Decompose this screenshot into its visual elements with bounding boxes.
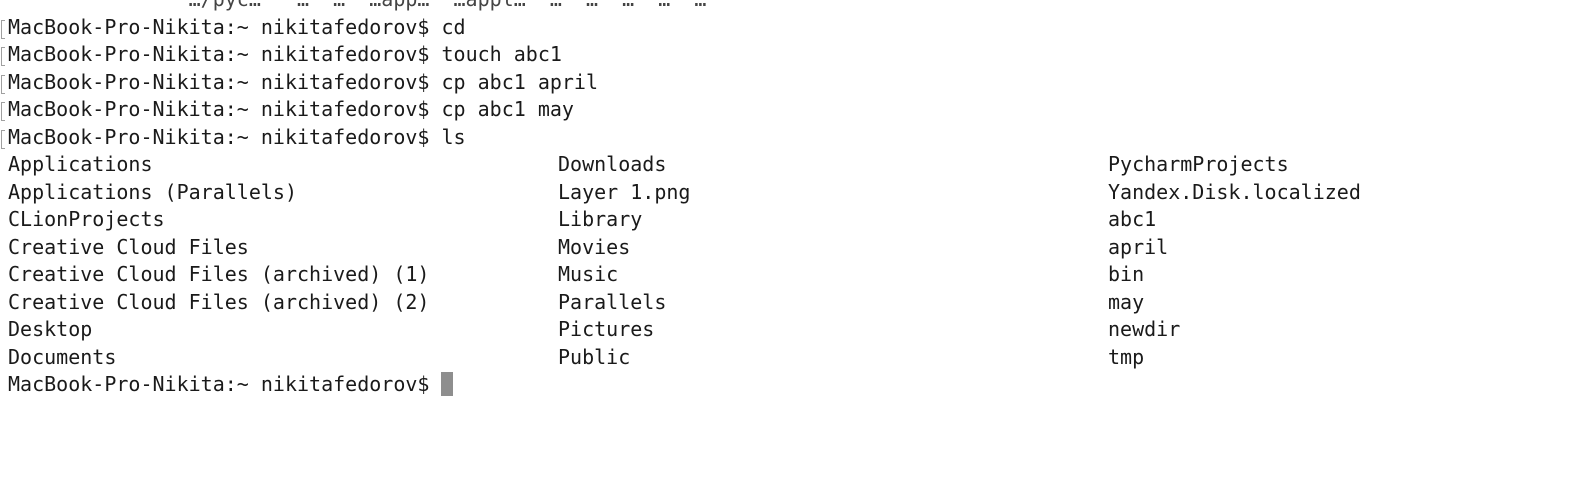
ls-entry: Pictures: [558, 317, 655, 341]
prompt-mark-icon: [1, 47, 5, 66]
ls-entry: Creative Cloud Files (archived) (1): [8, 262, 430, 286]
ls-output-row: Applications (Parallels) Layer 1.png Yan…: [0, 179, 1596, 207]
command-text: cp abc1 may: [441, 97, 574, 121]
command-text: ls: [441, 124, 466, 149]
text-cursor[interactable]: [441, 372, 454, 396]
command-text: cp abc1 april: [441, 69, 599, 94]
prompt-mark-icon: [1, 19, 5, 39]
ls-entry: tmp: [1108, 344, 1145, 369]
ls-entry: Documents: [8, 344, 117, 369]
partial-line-text: …/pyc… … … …app… …appl… … … … … …: [8, 0, 707, 14]
ls-output-row: Creative Cloud Files (archived) (1) Musi…: [0, 261, 1596, 289]
terminal-window[interactable]: …/pyc… … … …app… …appl… … … … … … MacBoo…: [0, 0, 1596, 410]
ls-entry: Parallels: [558, 289, 667, 314]
command-text: cd: [441, 14, 466, 39]
ls-entry: april: [1108, 234, 1169, 259]
ls-entry: Library: [558, 207, 643, 231]
terminal-partial-line: …/pyc… … … …app… …appl… … … … … …: [0, 0, 1596, 14]
ls-entry: Downloads: [558, 152, 667, 176]
history-line: MacBook-Pro-Nikita:~ nikitafedorov$ touc…: [0, 41, 1596, 69]
ls-output-row: Creative Cloud Files Movies april: [0, 234, 1596, 262]
ls-output-row: Documents Public tmp: [0, 344, 1596, 372]
ls-entry: Yandex.Disk.localized: [1108, 179, 1361, 204]
prompt-text: MacBook-Pro-Nikita:~ nikitafedorov$: [8, 97, 430, 121]
ls-entry: PycharmProjects: [1108, 152, 1289, 176]
current-prompt-line[interactable]: MacBook-Pro-Nikita:~ nikitafedorov$: [0, 371, 1596, 399]
ls-output-row: CLionProjects Library abc1: [0, 206, 1596, 234]
ls-output-row: Creative Cloud Files (archived) (2) Para…: [0, 289, 1596, 317]
ls-entry: bin: [1108, 262, 1145, 286]
prompt-text: MacBook-Pro-Nikita:~ nikitafedorov$: [8, 42, 430, 66]
prompt-mark-icon: [1, 129, 5, 149]
prompt-text: MacBook-Pro-Nikita:~ nikitafedorov$: [8, 69, 430, 94]
prompt-text: MacBook-Pro-Nikita:~ nikitafedorov$: [8, 124, 430, 149]
command-text: touch abc1: [441, 42, 562, 66]
ls-entry: abc1: [1108, 207, 1157, 231]
ls-entry: Creative Cloud Files (archived) (2): [8, 289, 430, 314]
prompt-mark-icon: [1, 74, 5, 94]
ls-entry: Music: [558, 262, 619, 286]
ls-entry: Applications (Parallels): [8, 179, 297, 204]
history-line: MacBook-Pro-Nikita:~ nikitafedorov$ cp a…: [0, 96, 1596, 124]
ls-output-row: Desktop Pictures newdir: [0, 316, 1596, 344]
ls-entry: may: [1108, 289, 1145, 314]
ls-entry: Public: [558, 344, 631, 369]
ls-output-row: Applications Downloads PycharmProjects: [0, 151, 1596, 179]
history-line: MacBook-Pro-Nikita:~ nikitafedorov$ cp a…: [0, 69, 1596, 97]
ls-entry: Applications: [8, 152, 153, 176]
ls-entry: CLionProjects: [8, 207, 165, 231]
history-line: MacBook-Pro-Nikita:~ nikitafedorov$ ls: [0, 124, 1596, 152]
ls-entry: Movies: [558, 234, 631, 259]
ls-entry: newdir: [1108, 317, 1181, 341]
current-prompt-text: MacBook-Pro-Nikita:~ nikitafedorov$: [8, 372, 430, 396]
ls-entry: Layer 1.png: [558, 179, 691, 204]
prompt-mark-icon: [1, 102, 5, 121]
history-line: MacBook-Pro-Nikita:~ nikitafedorov$ cd: [0, 14, 1596, 42]
prompt-text: MacBook-Pro-Nikita:~ nikitafedorov$: [8, 14, 430, 39]
ls-entry: Creative Cloud Files: [8, 234, 249, 259]
ls-entry: Desktop: [8, 317, 93, 341]
